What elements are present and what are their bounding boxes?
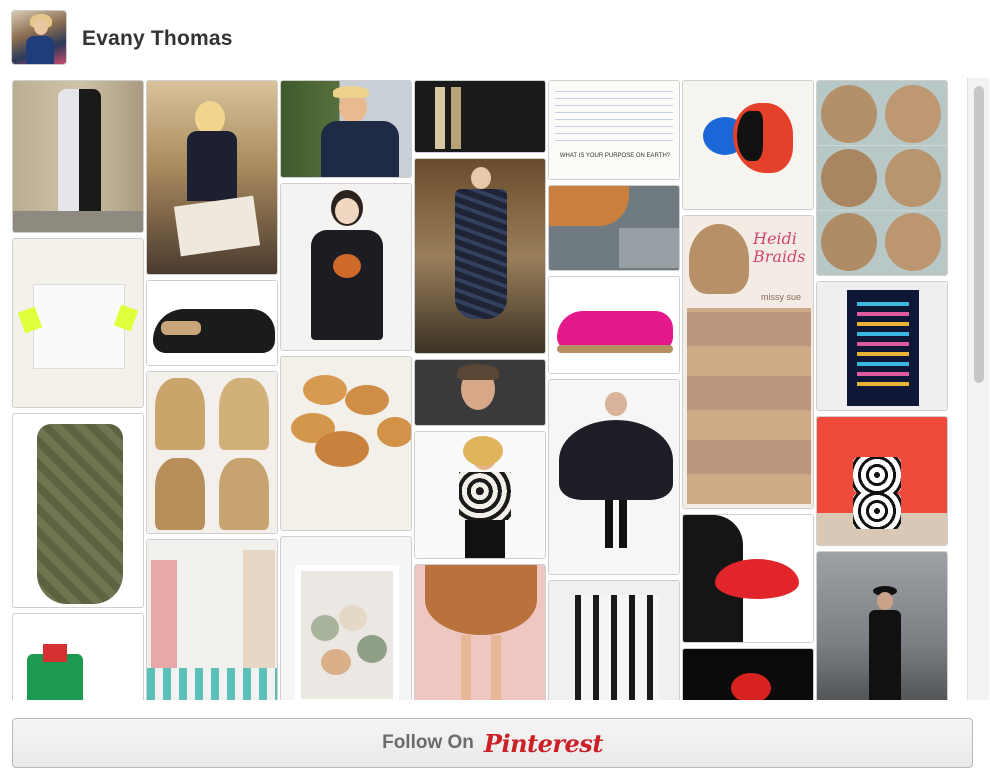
pin-item[interactable] xyxy=(682,514,814,643)
pin-item[interactable] xyxy=(12,613,144,700)
follow-label: Follow On xyxy=(382,732,474,753)
pin-item[interactable] xyxy=(280,536,412,700)
pin-item[interactable] xyxy=(816,281,948,411)
pin-item[interactable] xyxy=(414,564,546,700)
profile-header: Evany Thomas xyxy=(0,0,990,78)
pin-item[interactable]: WHAT IS YOUR PURPOSE ON EARTH? xyxy=(548,80,680,180)
pin-item[interactable] xyxy=(548,580,680,700)
pin-item[interactable]: Heidi Braids missy sue xyxy=(682,215,814,509)
pin-item[interactable] xyxy=(414,431,546,559)
pin-item[interactable] xyxy=(682,80,814,210)
pin-item[interactable] xyxy=(280,80,412,178)
pin-item[interactable] xyxy=(548,379,680,575)
pin-item[interactable] xyxy=(548,276,680,374)
pin-item[interactable] xyxy=(12,413,144,608)
pin-item[interactable] xyxy=(280,356,412,531)
avatar[interactable] xyxy=(11,10,67,65)
scrollbar-thumb[interactable] xyxy=(974,86,984,383)
pin-item[interactable] xyxy=(816,416,948,546)
pin-subtitle: missy sue xyxy=(761,292,802,302)
pin-item[interactable] xyxy=(816,551,948,700)
pin-item[interactable] xyxy=(146,371,278,534)
pin-board-scrollbar[interactable] xyxy=(967,78,989,700)
pin-board: WHAT IS YOUR PURPOSE ON EARTH? Heidi Bra… xyxy=(10,78,967,700)
pin-item[interactable] xyxy=(682,648,814,700)
pin-item[interactable] xyxy=(12,238,144,408)
pin-item[interactable] xyxy=(146,80,278,275)
pin-item[interactable] xyxy=(146,280,278,366)
pin-item[interactable] xyxy=(414,158,546,354)
pin-item[interactable] xyxy=(816,80,948,276)
follow-on-pinterest-button[interactable]: Follow On Pinterest xyxy=(12,718,973,768)
pin-item[interactable] xyxy=(146,539,278,700)
pin-item[interactable] xyxy=(280,183,412,351)
pin-item[interactable] xyxy=(414,359,546,426)
pin-item[interactable] xyxy=(548,185,680,271)
pinterest-logo: Pinterest xyxy=(483,728,603,758)
pin-item[interactable] xyxy=(414,80,546,153)
pin-title: Heidi Braids xyxy=(753,229,806,266)
profile-name[interactable]: Evany Thomas xyxy=(82,27,233,51)
pin-caption: WHAT IS YOUR PURPOSE ON EARTH? xyxy=(559,153,671,159)
pin-item[interactable] xyxy=(12,80,144,233)
